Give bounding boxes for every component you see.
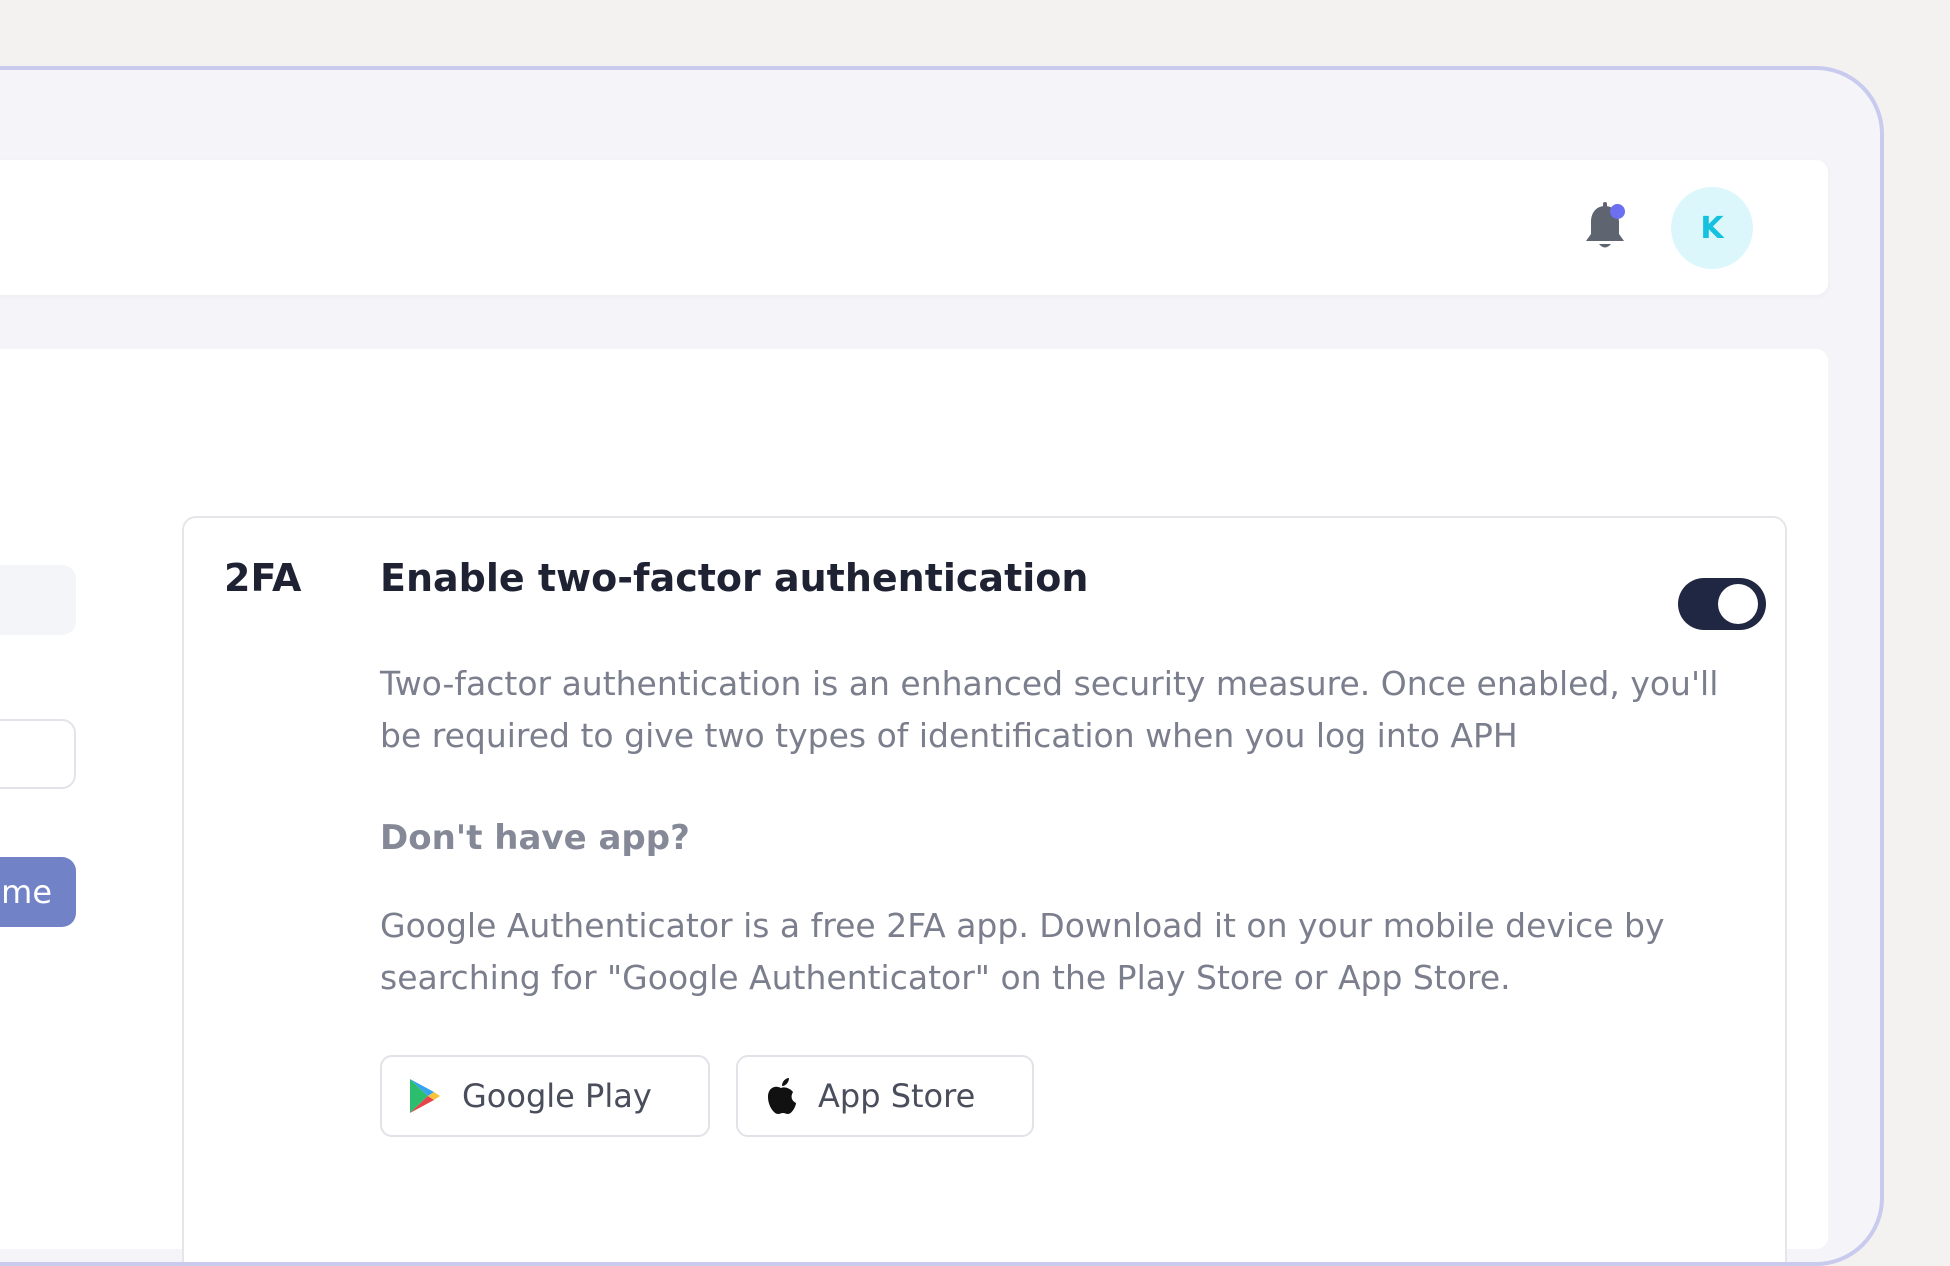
readonly-field <box>0 565 76 635</box>
two-factor-card: 2FA Enable two-factor authentication Two… <box>182 516 1787 1262</box>
no-app-heading: Don't have app? <box>380 818 690 858</box>
google-play-label: Google Play <box>462 1077 652 1115</box>
submit-button[interactable]: ame <box>0 857 76 927</box>
avatar[interactable]: K <box>1671 187 1753 269</box>
app-window: K tting ame 2FA Enable two-factor authen… <box>0 66 1884 1266</box>
twofa-title: Enable two-factor authentication <box>380 556 1089 600</box>
top-bar: K <box>0 160 1828 295</box>
settings-panel: tting ame 2FA Enable two-factor authenti… <box>0 349 1828 1262</box>
twofa-toggle[interactable] <box>1678 578 1766 630</box>
apple-icon <box>768 1078 796 1114</box>
toggle-knob <box>1718 584 1758 624</box>
twofa-tag: 2FA <box>224 556 302 600</box>
no-app-description: Google Authenticator is a free 2FA app. … <box>380 906 1665 997</box>
unread-dot <box>1610 204 1625 219</box>
text-field[interactable] <box>0 719 76 789</box>
notification-button[interactable] <box>1582 198 1628 256</box>
twofa-description: Two-factor authentication is an enhanced… <box>380 664 1719 755</box>
app-store-label: App Store <box>818 1077 976 1115</box>
google-play-icon <box>410 1079 440 1113</box>
